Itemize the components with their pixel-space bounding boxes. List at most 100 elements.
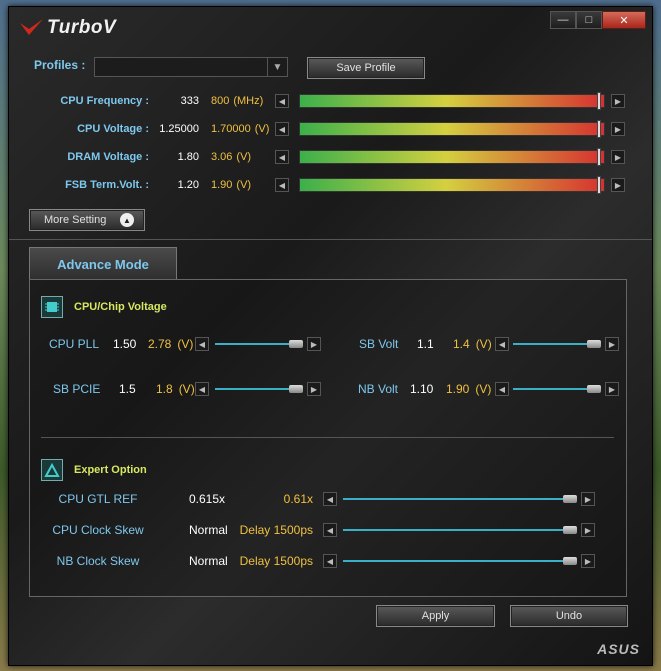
close-icon: ✕	[619, 14, 629, 27]
expert-current-value: 0.615x	[189, 492, 226, 506]
slider-thumb[interactable]	[563, 526, 577, 534]
decrease-button[interactable]: ◀	[323, 554, 337, 568]
row-current-value: 1.80	[177, 151, 199, 163]
row-label: FSB Term.Volt. :	[65, 179, 149, 191]
decrease-button[interactable]: ◀	[495, 382, 509, 396]
save-profile-button[interactable]: Save Profile	[307, 57, 425, 79]
decrease-button[interactable]: ◀	[275, 150, 289, 164]
increase-button[interactable]: ▶	[307, 382, 321, 396]
chip-icon	[41, 296, 63, 318]
row-target: 800	[211, 95, 230, 107]
slider-thumb[interactable]	[587, 340, 601, 348]
slider-thumb[interactable]	[596, 120, 601, 138]
increase-button[interactable]: ▶	[581, 523, 595, 537]
expert-target-value: Delay 1500ps	[239, 523, 313, 537]
expert-slider[interactable]	[341, 554, 579, 568]
chip-target: 2.78	[148, 337, 172, 351]
slider-thumb[interactable]	[289, 385, 303, 393]
chip-slider[interactable]	[213, 382, 305, 396]
chip-target-value: 1.90 (V)	[446, 382, 491, 396]
chip-current-value: 1.5	[119, 382, 136, 396]
decrease-button[interactable]: ◀	[495, 337, 509, 351]
decrease-button[interactable]: ◀	[275, 94, 289, 108]
chip-label: SB Volt	[359, 337, 399, 351]
decrease-button[interactable]: ◀	[275, 122, 289, 136]
value-slider[interactable]	[299, 92, 605, 110]
chip-slider[interactable]	[213, 337, 305, 351]
turbov-logo-icon	[20, 19, 43, 35]
slider-track-line	[343, 529, 577, 531]
save-profile-label: Save Profile	[336, 62, 396, 74]
chevron-down-icon[interactable]: ▼	[267, 58, 287, 76]
chip-current-value: 1.1	[417, 337, 434, 351]
maximize-icon: □	[585, 14, 593, 26]
increase-button[interactable]: ▶	[611, 94, 625, 108]
expert-label: NB Clock Skew	[56, 554, 140, 568]
increase-button[interactable]: ▶	[581, 554, 595, 568]
chevron-up-icon: ▲	[120, 213, 134, 227]
slider-thumb[interactable]	[596, 148, 601, 166]
row-current-value: 1.25000	[159, 123, 199, 135]
tab-advance-mode-label: Advance Mode	[57, 256, 149, 272]
expert-icon	[41, 459, 63, 481]
undo-button[interactable]: Undo	[510, 605, 628, 627]
expert-current-value: Normal	[189, 523, 228, 537]
profiles-dropdown[interactable]: ▼	[94, 57, 288, 77]
apply-label: Apply	[421, 610, 450, 622]
value-slider[interactable]	[299, 120, 605, 138]
row-unit: (MHz)	[233, 95, 264, 107]
decrease-button[interactable]: ◀	[195, 337, 209, 351]
increase-button[interactable]: ▶	[581, 492, 595, 506]
increase-button[interactable]: ▶	[611, 150, 625, 164]
chip-target: 1.4	[453, 337, 470, 351]
row-target: 1.90	[211, 179, 233, 191]
value-slider[interactable]	[299, 176, 605, 194]
increase-button[interactable]: ▶	[611, 178, 625, 192]
expert-target-value: Delay 1500ps	[239, 554, 313, 568]
minimize-icon: —	[557, 14, 569, 26]
minimize-button[interactable]: —	[550, 11, 576, 29]
value-slider[interactable]	[299, 148, 605, 166]
chip-label: NB Volt	[358, 382, 399, 396]
slider-thumb[interactable]	[587, 385, 601, 393]
chip-target: 1.8	[156, 382, 173, 396]
tab-advance-mode[interactable]: Advance Mode	[29, 247, 177, 280]
slider-thumb[interactable]	[563, 557, 577, 565]
row-target: 3.06	[211, 151, 233, 163]
apply-button[interactable]: Apply	[376, 605, 495, 627]
undo-label: Undo	[555, 610, 583, 622]
panel-separator	[41, 437, 614, 438]
increase-button[interactable]: ▶	[307, 337, 321, 351]
expert-label: CPU GTL REF	[58, 492, 138, 506]
chip-unit: (V)	[475, 337, 492, 351]
slider-thumb[interactable]	[289, 340, 303, 348]
chip-unit: (V)	[177, 337, 194, 351]
chip-slider[interactable]	[511, 337, 603, 351]
section-divider	[9, 239, 652, 240]
chip-target-value: 2.78 (V)	[148, 337, 193, 351]
increase-button[interactable]: ▶	[605, 337, 619, 351]
slider-thumb[interactable]	[596, 176, 601, 194]
more-setting-label: More Setting	[44, 214, 107, 226]
window-controls: — □ ✕	[550, 11, 646, 29]
slider-thumb[interactable]	[563, 495, 577, 503]
slider-thumb[interactable]	[596, 92, 601, 110]
expert-slider[interactable]	[341, 492, 579, 506]
close-button[interactable]: ✕	[602, 11, 646, 29]
row-current-value: 333	[180, 95, 199, 107]
increase-button[interactable]: ▶	[605, 382, 619, 396]
decrease-button[interactable]: ◀	[323, 523, 337, 537]
chip-slider[interactable]	[511, 382, 603, 396]
decrease-button[interactable]: ◀	[275, 178, 289, 192]
title-bar: TurboV — □ ✕	[9, 7, 652, 45]
chip-label: SB PCIE	[53, 382, 101, 396]
expert-slider[interactable]	[341, 523, 579, 537]
maximize-button[interactable]: □	[576, 11, 602, 29]
row-target-value: 1.70000 (V)	[211, 123, 269, 135]
decrease-button[interactable]: ◀	[323, 492, 337, 506]
more-setting-button[interactable]: More Setting ▲	[29, 209, 145, 231]
row-label: CPU Frequency :	[60, 95, 149, 107]
decrease-button[interactable]: ◀	[195, 382, 209, 396]
increase-button[interactable]: ▶	[611, 122, 625, 136]
asus-logo: ASUS	[597, 641, 640, 657]
